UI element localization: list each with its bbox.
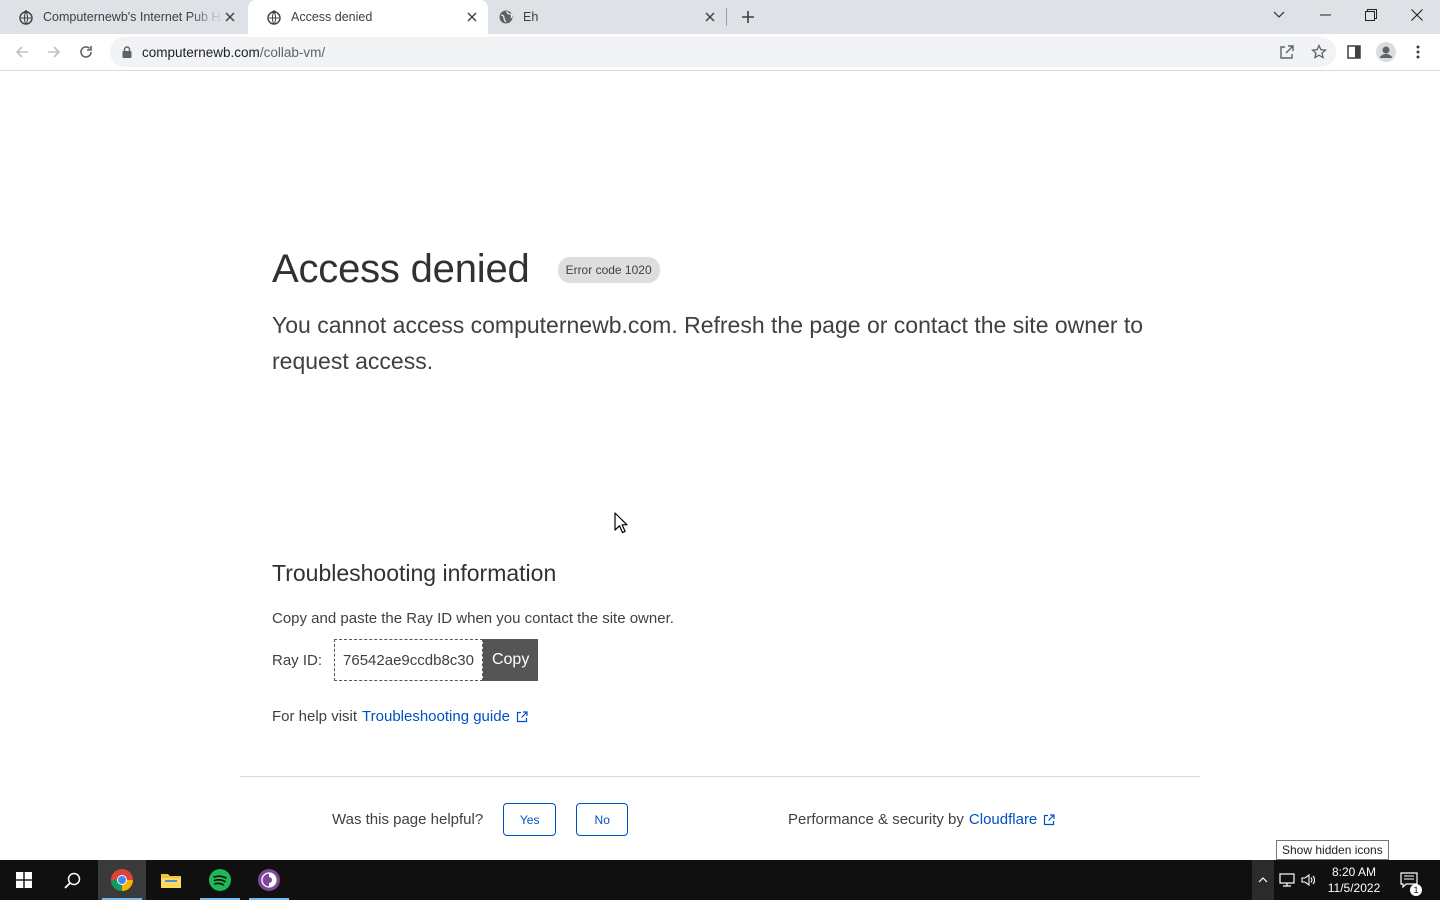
tab-separator: [726, 8, 727, 26]
performance-prefix: Performance & security by: [788, 811, 964, 828]
show-hidden-icons-button[interactable]: [1252, 860, 1274, 900]
url-domain: computernewb.com: [142, 44, 260, 60]
restore-icon: [1365, 9, 1377, 21]
troubleshooting-heading: Troubleshooting information: [272, 560, 557, 586]
spotify-button[interactable]: [196, 860, 244, 900]
ray-id-label: Ray ID:: [272, 651, 323, 669]
tor-browser-button[interactable]: [245, 860, 293, 900]
ray-id-value[interactable]: 76542ae9ccdb8c30: [334, 639, 483, 681]
globe-hat-icon: [18, 9, 34, 25]
yes-button[interactable]: Yes: [503, 803, 557, 836]
tab-title: Eh: [523, 10, 539, 24]
side-panel-button[interactable]: [1340, 38, 1368, 66]
reload-icon: [80, 46, 92, 58]
menu-button[interactable]: [1404, 38, 1432, 66]
helpful-question: Was this page helpful?: [332, 811, 484, 828]
performance-credit: Performance & security by Cloudflare: [788, 803, 1055, 836]
tab-search-button[interactable]: [1256, 0, 1302, 30]
start-button[interactable]: [0, 860, 48, 900]
profile-button[interactable]: [1372, 38, 1400, 66]
close-icon: [1411, 9, 1423, 21]
help-line: For help visit Troubleshooting guide: [272, 708, 528, 725]
search-icon: [63, 872, 80, 889]
globe-hat-icon: [266, 9, 282, 25]
clock-time: 8:20 AM: [1331, 865, 1377, 879]
restore-button[interactable]: [1348, 0, 1394, 30]
footer-divider: [240, 776, 1200, 777]
lock-icon[interactable]: [120, 45, 134, 59]
close-window-button[interactable]: [1394, 0, 1440, 30]
search-button[interactable]: [48, 860, 96, 900]
feedback-section: Was this page helpful? Yes No: [332, 803, 629, 836]
tor-browser-icon: [258, 869, 280, 891]
windows-logo-icon: [16, 872, 32, 888]
speaker-icon: [1301, 873, 1316, 887]
avatar-icon: [1376, 42, 1396, 62]
bookmark-star-icon[interactable]: [1302, 38, 1336, 66]
tab-strip: Computernewb's Internet Pub H Access den…: [0, 0, 1440, 34]
spotify-icon: [209, 869, 231, 891]
url-text[interactable]: computernewb.com/collab-vm/: [142, 45, 325, 60]
help-prefix: For help visit: [272, 708, 358, 725]
volume-button[interactable]: [1298, 860, 1320, 900]
title-row: Access denied Error code 1020: [272, 247, 660, 292]
back-button[interactable]: [8, 38, 36, 66]
troubleshooting-guide-link[interactable]: Troubleshooting guide: [362, 708, 510, 725]
windows-taskbar: 8:20 AM 11/5/2022 1: [0, 860, 1440, 900]
folder-icon: [161, 874, 181, 888]
no-button[interactable]: No: [576, 803, 629, 836]
system-clock[interactable]: 8:20 AM 11/5/2022: [1324, 864, 1384, 896]
ray-id-row: Ray ID: 76542ae9ccdb8c30 Copy: [272, 639, 539, 681]
chrome-taskbar-button[interactable]: [98, 860, 146, 900]
tab-access-denied[interactable]: Access denied: [248, 0, 488, 34]
url-path: /collab-vm/: [259, 44, 326, 60]
clock-date: 11/5/2022: [1327, 881, 1381, 895]
show-hidden-icons-tooltip: Show hidden icons: [1276, 840, 1389, 860]
external-link-icon[interactable]: [516, 710, 528, 723]
close-tab-icon[interactable]: [222, 9, 238, 25]
network-button[interactable]: [1276, 860, 1298, 900]
error-code-badge: Error code 1020: [557, 256, 660, 283]
share-icon[interactable]: [1272, 38, 1302, 66]
cloudflare-link[interactable]: Cloudflare: [969, 811, 1037, 828]
minimize-button[interactable]: [1302, 0, 1348, 30]
copy-button[interactable]: Copy: [482, 639, 539, 681]
file-explorer-button[interactable]: [147, 860, 195, 900]
network-icon: [1279, 873, 1295, 887]
close-tab-icon[interactable]: [464, 9, 480, 25]
close-tab-icon[interactable]: [702, 9, 718, 25]
external-link-icon[interactable]: [1043, 813, 1055, 826]
chrome-icon: [111, 869, 133, 891]
notification-count-badge: 1: [1410, 884, 1422, 896]
copy-instruction: Copy and paste the Ray ID when you conta…: [272, 610, 674, 627]
more-vertical-icon: [1416, 45, 1420, 59]
browser-toolbar: computernewb.com/collab-vm/: [0, 34, 1440, 71]
address-bar[interactable]: computernewb.com/collab-vm/: [110, 37, 1336, 67]
chevron-down-icon: [1273, 11, 1285, 18]
tab-eh[interactable]: Eh: [480, 0, 726, 34]
side-panel-icon: [1347, 45, 1361, 59]
tab-title: Computernewb's Internet Pub H: [43, 10, 221, 24]
page-content: Access denied Error code 1020 You cannot…: [0, 71, 1440, 860]
forward-button[interactable]: [40, 38, 68, 66]
notification-center-button[interactable]: 1: [1394, 860, 1424, 900]
reload-button[interactable]: [72, 38, 100, 66]
minimize-icon: [1319, 14, 1331, 16]
new-tab-button[interactable]: [737, 7, 759, 27]
arrow-right-icon: [48, 46, 61, 58]
globe-icon: [498, 9, 514, 25]
tab-computernewb-pub[interactable]: Computernewb's Internet Pub H: [0, 0, 246, 34]
plus-icon: [742, 11, 754, 23]
chevron-up-icon: [1258, 877, 1268, 883]
page-subtitle: You cannot access computernewb.com. Refr…: [272, 312, 1144, 374]
arrow-left-icon: [15, 46, 28, 58]
mouse-cursor-icon: [614, 512, 628, 534]
tab-title: Access denied: [291, 10, 373, 24]
page-title: Access denied: [272, 247, 530, 291]
